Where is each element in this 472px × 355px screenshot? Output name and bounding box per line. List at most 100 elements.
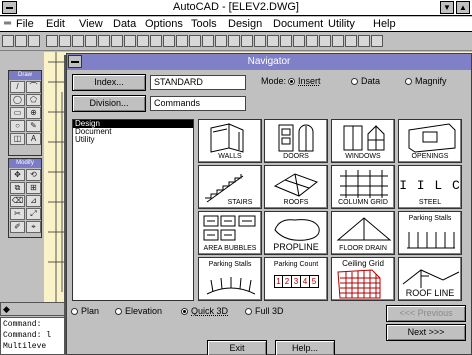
propline-button[interactable]: PROPLINE [264,211,328,255]
view-elevation-radio[interactable]: Elevation [115,306,162,316]
erase-tool-icon[interactable]: ⌫ [10,195,25,207]
modify-palette-title[interactable]: Modify [9,159,41,168]
rotate-tool-icon[interactable]: ⟲ [26,169,41,181]
layer-icon[interactable] [98,35,110,47]
line-tool-icon[interactable]: / [10,81,25,93]
chamfer-tool-icon[interactable]: ⊿ [26,195,41,207]
save-file-icon[interactable] [28,35,40,47]
parking-count-button[interactable]: Parking Count 1 2 3 4 5 [264,257,328,301]
scroll-thumb-icon[interactable]: ◆ [3,304,10,315]
view-icon[interactable] [267,35,279,47]
ucs-icon[interactable] [280,35,292,47]
column-grid-button[interactable]: COLUMN GRID [331,165,395,209]
menu-utility[interactable]: Utility [328,18,355,30]
dialog-system-menu-icon[interactable] [68,55,82,68]
linetype-icon[interactable] [124,35,136,47]
dview-icon[interactable] [293,35,305,47]
ellipse-tool-icon[interactable]: ○ [10,120,25,132]
snap-icon[interactable] [59,35,71,47]
maximize-button[interactable]: ▲ [456,1,470,14]
insert-icon[interactable] [371,35,383,47]
shade-icon[interactable] [319,35,331,47]
view-quick3d-radio[interactable]: Quick 3D [181,306,228,316]
menu-document[interactable]: Document [273,18,323,30]
category-list[interactable]: Design Document Utility [72,119,194,301]
block-icon[interactable] [358,35,370,47]
hide-icon[interactable] [306,35,318,47]
mode-magnify-radio[interactable]: Magnify [405,76,447,86]
sketch-tool-icon[interactable]: ✎ [26,120,41,132]
rectangle-tool-icon[interactable]: ▭ [10,107,25,119]
division-field[interactable]: Commands [150,96,246,111]
osnap-icon[interactable] [85,35,97,47]
ortho-icon[interactable] [72,35,84,47]
copy-tool-icon[interactable]: ⧉ [10,182,25,194]
color-icon[interactable] [111,35,123,47]
undo-icon[interactable] [176,35,188,47]
zoom-icon[interactable] [137,35,149,47]
doors-button[interactable]: DOORS [264,119,328,163]
windows-button[interactable]: WINDOWS [331,119,395,163]
document-menu-icon[interactable]: ═ [4,18,11,29]
array-tool-icon[interactable]: ⊞ [26,182,41,194]
pan-icon[interactable] [150,35,162,47]
openings-button[interactable]: OPENINGS [398,119,462,163]
menu-options[interactable]: Options [145,18,183,30]
floor-drain-button[interactable]: FLOOR DRAIN [331,211,395,255]
menu-edit[interactable]: Edit [46,18,65,30]
roofs-button[interactable]: ROOFS [264,165,328,209]
list-item[interactable]: Utility [73,136,193,144]
distance-icon[interactable] [228,35,240,47]
edit-tool-icon[interactable]: ✐ [10,221,25,233]
redo-icon[interactable] [189,35,201,47]
view-full3d-radio[interactable]: Full 3D [245,306,284,316]
polygon-tool-icon[interactable]: ⬠ [26,94,41,106]
open-file-icon[interactable] [15,35,27,47]
division-button[interactable]: Division... [72,95,146,112]
steel-button[interactable]: I I L C STEEL [398,165,462,209]
hatch-tool-icon[interactable]: ◫ [10,133,25,145]
menu-help[interactable]: Help [373,18,396,30]
point-tool-icon[interactable]: ⊕ [26,107,41,119]
view-plan-radio[interactable]: Plan [71,306,99,316]
command-window[interactable]: Command: Command: l Multileve [0,317,66,355]
parking-stalls-button[interactable]: Parking Stalls [398,211,462,255]
minimize-button[interactable]: ▼ [440,1,454,14]
roof-line-button[interactable]: ROOF LINE [398,257,462,301]
stairs-button[interactable]: STAIRS [198,165,262,209]
walls-button[interactable]: WALLS [198,119,262,163]
move-tool-icon[interactable]: ✥ [10,169,25,181]
grid-icon[interactable] [46,35,58,47]
exit-button[interactable]: Exit [207,340,267,355]
command-scrollbar[interactable]: ◆ [0,302,66,316]
draw-palette-title[interactable]: Draw [9,71,41,80]
area-icon[interactable] [241,35,253,47]
index-button[interactable]: Index... [72,74,146,91]
menu-data[interactable]: Data [113,18,136,30]
redraw-icon[interactable] [163,35,175,47]
circle-tool-icon[interactable]: ◯ [10,94,25,106]
mode-insert-radio[interactable]: Insert [288,76,321,86]
menu-file[interactable]: File [16,18,34,30]
parking-stalls-curved-button[interactable]: Parking Stalls [198,257,262,301]
properties-icon[interactable] [215,35,227,47]
help-button[interactable]: Help... [275,340,335,355]
render-icon[interactable] [332,35,344,47]
list-icon[interactable] [254,35,266,47]
text-tool-icon[interactable]: A [26,133,41,145]
xref-icon[interactable] [345,35,357,47]
menu-view[interactable]: View [79,18,103,30]
previous-button[interactable]: <<< Previous [386,305,466,322]
new-file-icon[interactable] [2,35,14,47]
menu-tools[interactable]: Tools [191,18,217,30]
trim-tool-icon[interactable]: ✂ [10,208,25,220]
index-field[interactable]: STANDARD [150,75,246,90]
next-button[interactable]: Next >>> [386,324,466,341]
arc-tool-icon[interactable]: ⌒ [26,81,41,93]
area-bubbles-button[interactable]: AREA BUBBLES [198,211,262,255]
print-icon[interactable] [202,35,214,47]
ceiling-grid-button[interactable]: Ceiling Grid [331,257,395,301]
stretch-tool-icon[interactable]: ⤢ [26,208,41,220]
menu-design[interactable]: Design [228,18,262,30]
mode-data-radio[interactable]: Data [351,76,380,86]
